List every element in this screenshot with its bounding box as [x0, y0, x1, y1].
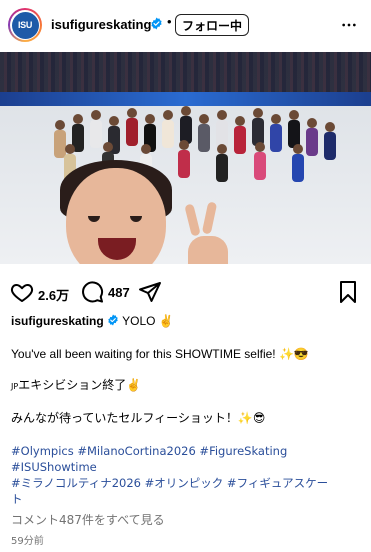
post-header: ISU isufigureskating • フォロー中 — [0, 0, 371, 52]
view-all-comments-link[interactable]: コメント487件をすべて見る — [11, 512, 165, 528]
caption-line-2: JPエキシビション終了✌️ — [11, 377, 141, 395]
heart-icon[interactable] — [10, 280, 34, 304]
verified-badge-icon — [108, 314, 118, 326]
hashtags-line-3[interactable]: #ミラノコルティナ2026 #オリンピック #フィギュアスケー — [11, 475, 328, 491]
caption-line-2-text: エキシビション終了✌️ — [18, 378, 142, 392]
comment-icon[interactable] — [80, 280, 104, 304]
bookmark-icon[interactable] — [336, 280, 360, 304]
caption-headline: YOLO ✌️ — [122, 314, 174, 328]
hashtags-line-4[interactable]: ト — [11, 491, 23, 507]
post-image[interactable] — [0, 52, 371, 264]
author-username[interactable]: isufigureskating — [51, 17, 151, 32]
like-count[interactable]: 2.6万 — [38, 285, 69, 304]
following-button[interactable]: フォロー中 — [175, 14, 250, 36]
separator-dot: • — [167, 14, 172, 29]
hashtags-line-1[interactable]: #Olympics #MilanoCortina2026 #FigureSkat… — [11, 443, 287, 459]
comment-count[interactable]: 487 — [108, 285, 130, 300]
caption-username[interactable]: isufigureskating — [11, 314, 104, 328]
post-timestamp: 59分前 — [11, 536, 44, 547]
share-icon[interactable] — [138, 280, 162, 304]
verified-badge-icon — [151, 17, 162, 30]
more-options-icon[interactable] — [341, 17, 357, 33]
peace-sign-hand — [188, 236, 228, 264]
author-avatar[interactable]: ISU — [8, 8, 42, 42]
action-bar: 2.6万 487 — [0, 278, 371, 306]
hashtags-line-2[interactable]: #ISUShowtime — [11, 459, 97, 475]
caption-line-1: You've all been waiting for this SHOWTIM… — [11, 347, 309, 361]
isu-logo: ISU — [11, 11, 39, 39]
caption-header: isufigureskating YOLO ✌️ — [11, 313, 174, 329]
caption-line-3: みんなが待っていたセルフィーショット！✨😎 — [11, 411, 266, 425]
